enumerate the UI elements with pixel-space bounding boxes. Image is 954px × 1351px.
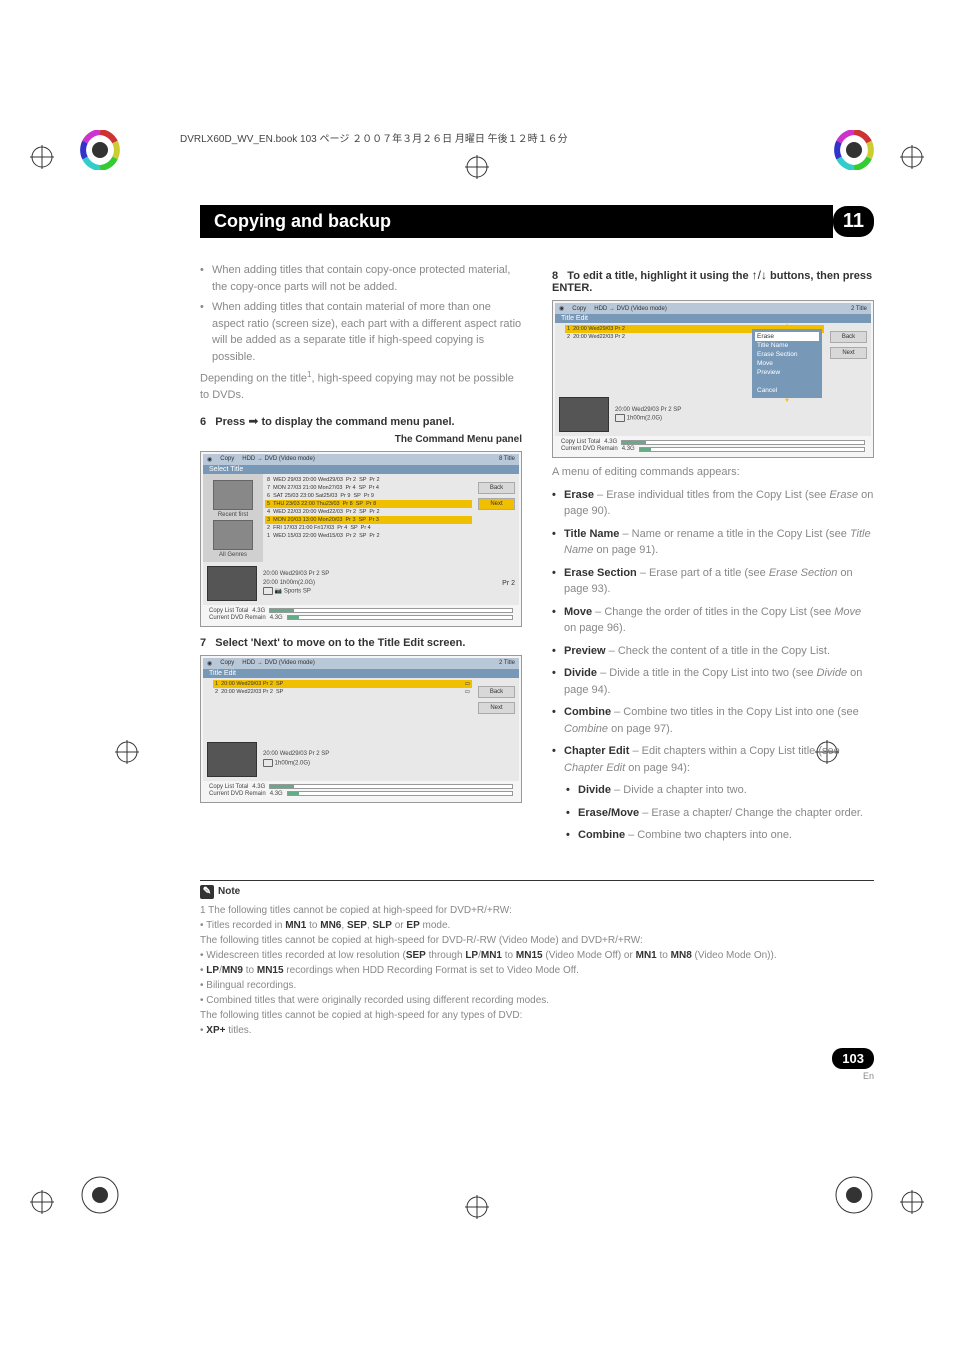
feature-move: Move – Change the order of titles in the… (564, 604, 874, 637)
crop-mark-icon (30, 145, 54, 169)
command-menu-panel-label: The Command Menu panel (200, 434, 522, 445)
feature-combine: Combine – Combine two titles in the Copy… (564, 704, 874, 737)
page-number: 103 (832, 1048, 874, 1069)
color-registration-icon (80, 130, 120, 170)
screenshot-title-edit: ◉ Copy HDD → DVD (Video mode) 2 Title Ti… (200, 655, 522, 803)
hdd-icon (263, 759, 273, 767)
bullet-copy-once: When adding titles that contain copy-onc… (212, 262, 522, 295)
crop-mark-icon (465, 155, 489, 179)
chapter-title: Copying and backup (200, 205, 833, 238)
hdd-icon: ▭ (465, 689, 470, 695)
ss-disc-icon: ◉ (207, 456, 212, 463)
crop-mark-icon (115, 740, 139, 764)
thumbnail-icon (213, 480, 253, 510)
color-registration-icon (80, 1175, 120, 1215)
down-arrow-icon: ▼ (752, 398, 822, 404)
color-registration-icon (834, 130, 874, 170)
screenshot-edit-menu: ◉ Copy HDD → DVD (Video mode) 2 Title Ti… (552, 300, 874, 458)
hdd-icon (615, 414, 625, 422)
next-button[interactable]: Next (478, 702, 515, 714)
step-6: 6 Press ➡ to display the command menu pa… (200, 414, 522, 428)
book-header-line: DVRLX60D_WV_EN.book 103 ページ ２００７年３月２６日 月… (180, 130, 874, 145)
feature-erase: Erase – Erase individual titles from the… (564, 487, 874, 520)
feature-divide: Divide – Divide a title in the Copy List… (564, 665, 874, 698)
step-7: 7 Select 'Next' to move on to the Title … (200, 637, 522, 649)
crop-mark-icon (465, 1195, 489, 1219)
note-section: ✎ Note 1 The following titles cannot be … (200, 880, 874, 1081)
feature-erase-section: Erase Section – Erase part of a title (s… (564, 565, 874, 598)
bullet-aspect-ratio: When adding titles that contain material… (212, 299, 522, 365)
chapter-title-bar: Copying and backup 11 (200, 205, 874, 238)
edit-command-menu[interactable]: Erase Title Name Erase Section Move Prev… (752, 329, 822, 398)
back-button[interactable]: Back (478, 482, 515, 494)
chapter-number: 11 (833, 206, 874, 237)
right-arrow-icon: ➡ (248, 414, 258, 428)
hdd-icon: ▭ (465, 681, 470, 687)
feature-title-name: Title Name – Name or rename a title in t… (564, 526, 874, 559)
preview-thumbnail (559, 397, 609, 432)
menu-intro-text: A menu of editing commands appears: (552, 464, 874, 481)
color-registration-icon (834, 1175, 874, 1215)
feature-chapter-edit: Chapter Edit – Edit chapters within a Co… (564, 743, 874, 844)
right-column: 8 To edit a title, highlight it using th… (552, 258, 874, 850)
left-column: When adding titles that contain copy-onc… (200, 258, 522, 850)
step-8: 8 To edit a title, highlight it using th… (552, 268, 874, 294)
note-icon: ✎ (200, 885, 214, 899)
hdd-icon (263, 587, 273, 595)
crop-mark-icon (900, 1190, 924, 1214)
up-down-arrow-icon: ↑/↓ (752, 268, 767, 282)
crop-mark-icon (30, 1190, 54, 1214)
screenshot-select-title: ◉ Copy HDD → DVD (Video mode) 8 Title Se… (200, 451, 522, 627)
feature-preview: Preview – Check the content of a title i… (564, 643, 874, 660)
sub-erase-move: Erase/Move – Erase a chapter/ Change the… (578, 805, 874, 822)
note-body: 1 The following titles cannot be copied … (200, 903, 874, 1038)
page-number-box: 103 En (832, 1048, 874, 1081)
sub-divide: Divide – Divide a chapter into two. (578, 782, 874, 799)
preview-thumbnail (207, 742, 257, 777)
preview-thumbnail (207, 566, 257, 601)
thumbnail-icon (213, 520, 253, 550)
ss-disc-icon: ◉ (559, 305, 564, 312)
back-button[interactable]: Back (478, 686, 515, 698)
sub-combine: Combine – Combine two chapters into one. (578, 827, 874, 844)
depend-text: Depending on the title1, high-speed copy… (200, 369, 522, 404)
back-button[interactable]: Back (830, 331, 867, 343)
genre-icon: 📷 (275, 589, 282, 595)
next-button[interactable]: Next (478, 498, 515, 510)
ss-disc-icon: ◉ (207, 660, 212, 667)
page-language: En (832, 1071, 874, 1081)
crop-mark-icon (900, 145, 924, 169)
next-button[interactable]: Next (830, 347, 867, 359)
